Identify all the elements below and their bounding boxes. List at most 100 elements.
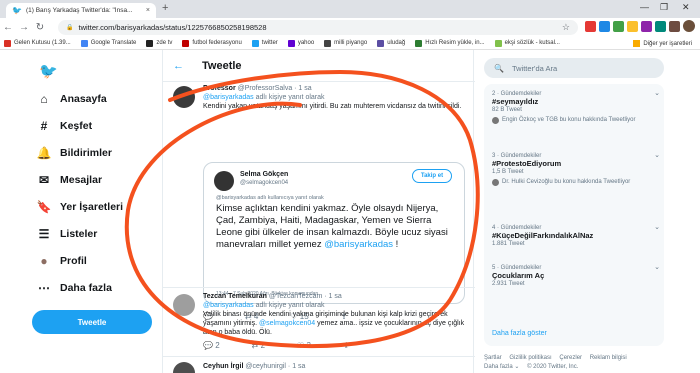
quoted-mention[interactable]: @barisyarkadas bbox=[324, 239, 393, 250]
twitter-logo-icon[interactable]: 🐦 bbox=[39, 62, 58, 80]
back-arrow-icon[interactable]: ← bbox=[173, 60, 184, 72]
extension-icon[interactable] bbox=[599, 20, 610, 32]
reply-tweet[interactable]: Professor @ProfessorSalva · 1 sa @barisy… bbox=[163, 82, 475, 321]
bookmark-item[interactable]: Google Translate bbox=[80, 39, 136, 47]
chevron-down-icon[interactable]: ⌄ bbox=[654, 152, 660, 160]
trend-item[interactable]: 5 · Gündemdekiler ⌄ Çocuklarım Aç 2.931 … bbox=[492, 264, 660, 288]
show-more-link[interactable]: Daha fazla göster bbox=[492, 330, 547, 337]
search-input[interactable]: 🔍 Twitter'da Ara bbox=[484, 58, 664, 78]
retweet-action[interactable]: ⇄ 2 bbox=[252, 341, 265, 350]
tweet-text: Valilik binası önünde kendini yakma giri… bbox=[203, 310, 468, 337]
user-handle[interactable]: @ProfessorSalva · 1 sa bbox=[238, 85, 312, 92]
trend-count: 1,5 B Tweet bbox=[492, 169, 524, 175]
bookmark-item[interactable]: zde tv bbox=[146, 39, 172, 47]
tweet-button[interactable]: Tweetle bbox=[32, 310, 152, 334]
minimize-icon[interactable]: — bbox=[640, 2, 649, 12]
new-tab-button[interactable]: + bbox=[162, 2, 168, 14]
extension-icon[interactable] bbox=[613, 20, 624, 32]
reload-icon[interactable]: ↻ bbox=[32, 22, 48, 33]
user-name[interactable]: Professor bbox=[203, 85, 236, 92]
bookmark-favicon-icon bbox=[146, 39, 154, 47]
reply-tweet[interactable]: Ceyhun İrgil @ceyhunirgil · 1 sa bbox=[163, 356, 475, 373]
extension-icon[interactable] bbox=[641, 20, 652, 32]
user-handle[interactable]: @ceyhunirgil · 1 sa bbox=[245, 363, 305, 370]
reply-to-mention[interactable]: @barisyarkadas bbox=[203, 94, 254, 101]
footer-more-link[interactable]: Daha fazla ⌄ bbox=[484, 364, 519, 370]
user-handle[interactable]: @TezcanTezcam · 1 sa bbox=[269, 293, 342, 300]
quoted-avatar[interactable] bbox=[214, 171, 234, 191]
quoted-user-handle[interactable]: @selmagokcen04 bbox=[240, 180, 288, 186]
bookmark-item[interactable]: futbol federasyonu bbox=[182, 39, 242, 47]
bookmark-item[interactable]: Hızlı Resim yükle, in... bbox=[415, 39, 485, 47]
footer-link[interactable]: Reklam bilgisi bbox=[590, 355, 627, 361]
bell-icon: 🔔 bbox=[36, 146, 52, 160]
extension-icon[interactable] bbox=[627, 20, 638, 32]
tab-close-icon[interactable]: × bbox=[146, 7, 150, 14]
user-name[interactable]: Ceyhun İrgil bbox=[203, 363, 243, 370]
other-bookmarks[interactable]: Diğer yer işaretleri bbox=[633, 37, 692, 49]
main-header: ← Tweetle bbox=[163, 50, 475, 82]
avatar[interactable] bbox=[173, 362, 195, 373]
quoted-tweet-card[interactable]: Selma Gökçen @selmagokcen04 Takip et @ba… bbox=[203, 162, 465, 304]
trend-item[interactable]: 2 · Gündemdekiler ⌄ #seymayıldız 82 B Tw… bbox=[492, 90, 660, 124]
like-action[interactable]: ♡ 3 bbox=[297, 341, 311, 350]
trend-item[interactable]: 3 · Gündemdekiler ⌄ #ProtestoEdiyorum 1,… bbox=[492, 152, 660, 186]
profile-avatar-icon[interactable] bbox=[683, 20, 695, 32]
bookmark-item[interactable]: milli piyango bbox=[324, 39, 367, 47]
extension-icon[interactable] bbox=[585, 20, 596, 32]
nav-item-home[interactable]: ⌂ Anasayfa bbox=[36, 92, 106, 106]
browser-tab[interactable]: 🐦 (1) Barış Yarkadaş Twitter'da: "İnsa..… bbox=[6, 3, 156, 18]
forward-nav-icon[interactable]: → bbox=[16, 22, 32, 33]
user-name[interactable]: Tezcan Temelkuran bbox=[203, 293, 267, 300]
nav-item-more[interactable]: ⋯ Daha fazla bbox=[36, 281, 112, 295]
bookmark-star-icon[interactable]: ☆ bbox=[562, 22, 570, 33]
twitter-favicon-icon: 🐦 bbox=[12, 6, 22, 15]
avatar[interactable] bbox=[173, 294, 195, 316]
quoted-user-name[interactable]: Selma Gökçen bbox=[240, 171, 288, 178]
nav-item-notifications[interactable]: 🔔 Bildirimler bbox=[36, 146, 112, 160]
nav-item-bookmarks[interactable]: 🔖 Yer İşaretleri bbox=[36, 200, 124, 214]
reply-icon: 💬 bbox=[203, 341, 213, 350]
extension-icon[interactable] bbox=[669, 20, 680, 32]
follow-button[interactable]: Takip et bbox=[412, 169, 452, 183]
footer-link[interactable]: Şartlar bbox=[484, 355, 502, 361]
close-window-icon[interactable]: ✕ bbox=[682, 2, 690, 13]
share-icon[interactable]: ⇪ bbox=[343, 341, 350, 350]
tweet-mention[interactable]: @selmagokcen04 bbox=[259, 320, 315, 327]
bookmark-label: ekşi sözlük - kutsal... bbox=[504, 40, 560, 46]
tweet-body: Professor @ProfessorSalva · 1 sa @barisy… bbox=[203, 84, 468, 111]
bookmark-item[interactable]: twitter bbox=[251, 39, 278, 47]
bookmark-item[interactable]: Gelen Kutusu (1.39... bbox=[4, 39, 71, 47]
chevron-down-icon[interactable]: ⌄ bbox=[654, 224, 660, 232]
nav-label: Listeler bbox=[60, 228, 98, 240]
nav-label: Mesajlar bbox=[60, 174, 103, 186]
bookmark-item[interactable]: yahoo bbox=[287, 39, 314, 47]
bookmark-item[interactable]: uludağ bbox=[377, 39, 406, 47]
footer-link[interactable]: Çerezler bbox=[559, 355, 582, 361]
bookmark-favicon-icon bbox=[287, 39, 295, 47]
quoted-reply-line: @barisyarkadas adlı kullanıcıya yanıt ol… bbox=[216, 195, 324, 201]
trend-item[interactable]: 4 · Gündemdekiler ⌄ #KüçeDeğilFarkındalı… bbox=[492, 224, 660, 248]
bookmark-item[interactable]: ekşi sözlük - kutsal... bbox=[494, 39, 560, 47]
avatar[interactable] bbox=[173, 86, 195, 108]
back-nav-icon[interactable]: ← bbox=[0, 22, 16, 33]
nav-item-explore[interactable]: # Keşfet bbox=[36, 119, 92, 133]
trend-related-text: Dr. Hulki Cevizoğlu bu konu hakkında Twe… bbox=[502, 179, 631, 185]
related-avatar-icon bbox=[492, 116, 499, 124]
chevron-down-icon[interactable]: ⌄ bbox=[654, 90, 660, 98]
address-bar[interactable]: 🔒 twitter.com/barisyarkadas/status/12257… bbox=[58, 20, 578, 35]
reply-action[interactable]: 💬 2 bbox=[203, 341, 220, 350]
footer-link[interactable]: Gizlilik politikası bbox=[509, 355, 551, 361]
reply-tweet[interactable]: Tezcan Temelkuran @TezcanTezcam · 1 sa @… bbox=[163, 287, 475, 355]
nav-item-profile[interactable]: ● Profil bbox=[36, 254, 86, 268]
nav-item-messages[interactable]: ✉ Mesajlar bbox=[36, 173, 102, 187]
bookmark-favicon-icon bbox=[4, 39, 11, 47]
reply-to-mention[interactable]: @barisyarkadas bbox=[203, 302, 254, 309]
extension-icon[interactable] bbox=[655, 20, 666, 32]
maximize-icon[interactable]: ❐ bbox=[660, 2, 668, 13]
bookmark-label: uludağ bbox=[387, 40, 406, 46]
trend-related: Dr. Hulki Cevizoğlu bu konu hakkında Twe… bbox=[492, 178, 660, 186]
nav-item-lists[interactable]: ☰ Listeler bbox=[36, 227, 98, 241]
search-placeholder: Twitter'da Ara bbox=[511, 63, 558, 73]
chevron-down-icon[interactable]: ⌄ bbox=[654, 264, 660, 272]
